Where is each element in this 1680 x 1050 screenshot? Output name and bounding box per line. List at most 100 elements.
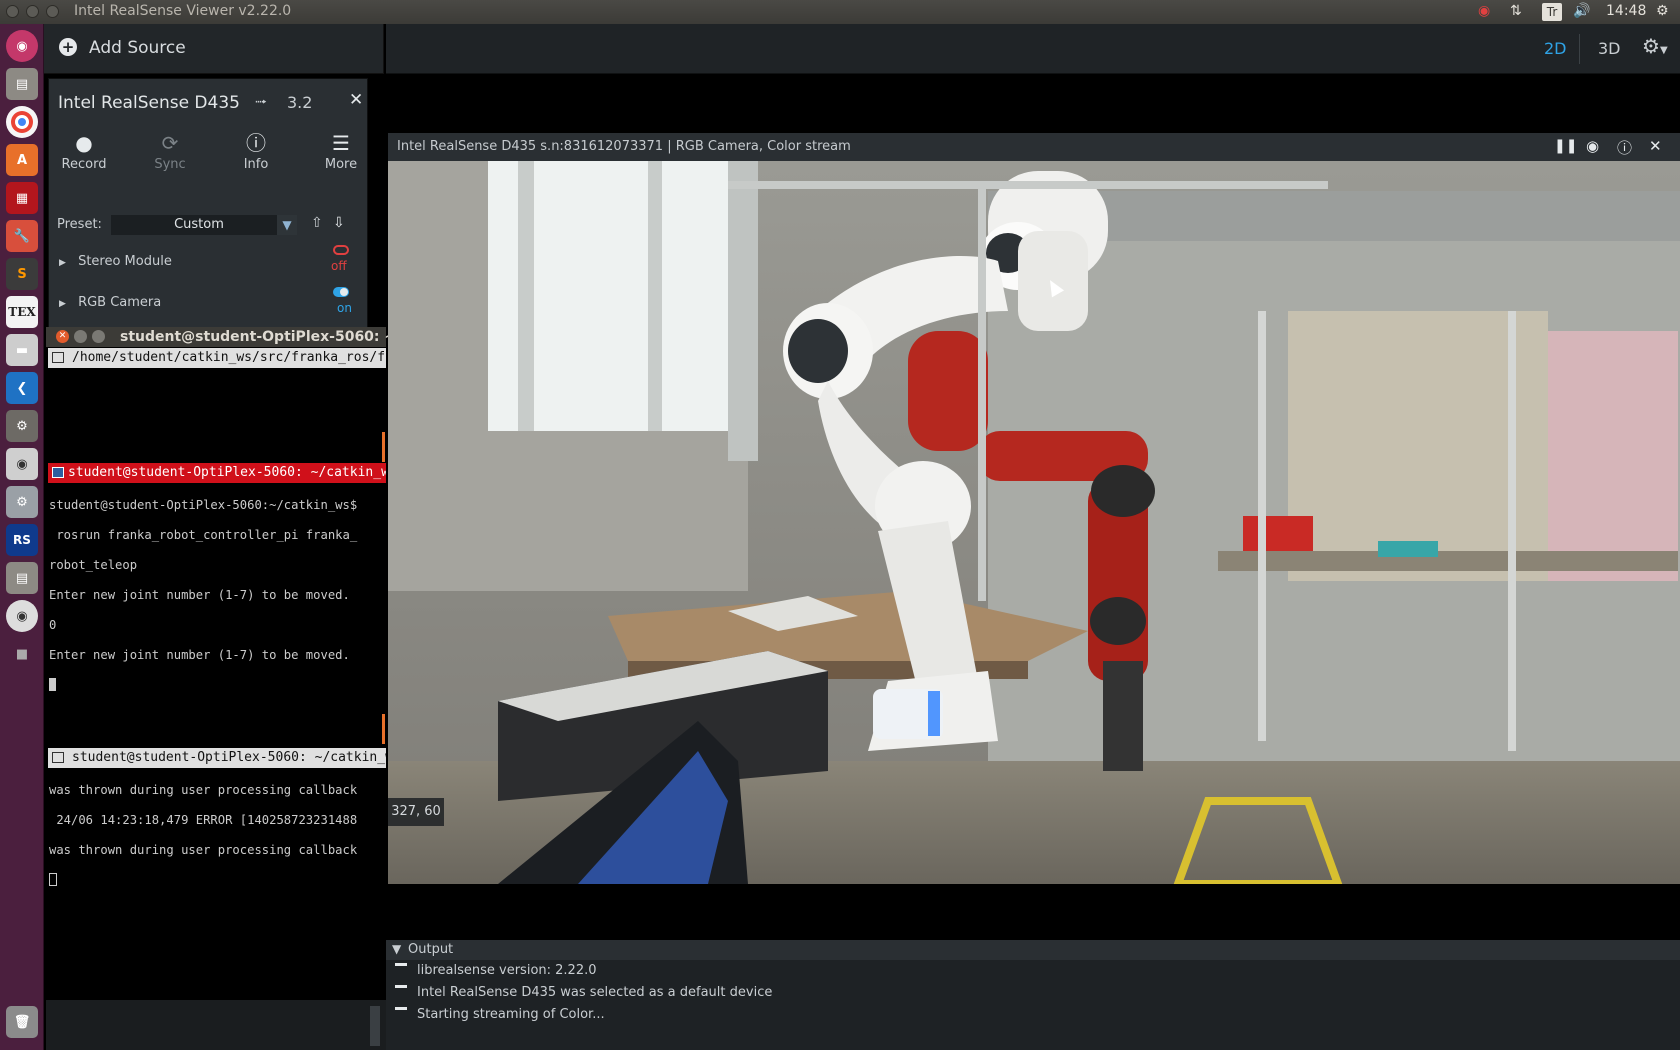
terminal-line: 24/06 14:23:18,479 ERROR [14025872323148… [49,813,358,827]
view-3d-button[interactable]: 3D [1598,39,1621,58]
network-icon[interactable]: ⇅ [1510,3,1522,19]
sublime-icon[interactable]: S [6,258,38,290]
screen-record-icon[interactable]: ◉ [1478,3,1490,19]
launcher-sidebar: ◉ ▤ A ▦ 🔧 S TEX ▬ ❮ ⚙ ◉ ⚙ RS ▤ ◉ ■ 🗑 [0,24,44,1050]
terminal-2-title: student@student-OptiPlex-5060: ~/catkin_… [68,465,386,480]
clock[interactable]: 14:48 [1606,3,1646,19]
terminal-3-tab[interactable]: student@student-OptiPlex-5060: ~/catkin_… [48,748,386,768]
terminal-line: Enter new joint number (1-7) to be moved… [49,588,350,602]
terminal-1-scrollbar[interactable] [382,432,385,462]
terminal-tab-icon [52,352,64,363]
add-source-button[interactable]: Add Source [89,38,186,58]
disk-icon[interactable]: ◉ [6,600,38,632]
close-stream-icon[interactable]: ✕ [1649,137,1662,155]
close-window-button[interactable] [6,5,19,18]
terminal-1-tab[interactable]: /home/student/catkin_ws/src/franka_ros/f… [48,348,386,368]
terminal-3-body[interactable]: was thrown during user processing callba… [48,768,386,994]
volume-icon[interactable]: 🔊 [1573,3,1590,19]
menu-icon: ☰ [332,131,350,155]
software-center-icon[interactable]: A [6,144,38,176]
pixel-coordinates: 327, 60 [388,798,444,826]
files-icon[interactable]: ▤ [6,68,38,100]
minimize-window-button[interactable] [26,5,39,18]
terminal-close-icon[interactable]: ✕ [56,330,69,343]
usb-icon: ⭬ [255,92,268,111]
terminal-line: 0 [49,618,57,632]
stereo-module-row[interactable]: ▶ Stereo Module [59,254,172,269]
terminal-2-tab[interactable]: student@student-OptiPlex-5060: ~/catkin_… [48,463,386,483]
stereo-toggle-icon[interactable] [333,245,349,255]
more-button[interactable]: ☰ More [301,129,381,172]
files2-icon[interactable]: ▤ [6,562,38,594]
record-icon: ● [75,131,93,155]
workspace-icon[interactable]: ■ [6,638,38,670]
terminal-1-body[interactable] [48,368,386,462]
download-preset-icon[interactable]: ⇩ [333,215,345,231]
sync-button[interactable]: ⟳ Sync [130,129,210,172]
system-menu-gear-icon[interactable]: ⚙ [1656,3,1669,19]
terminal-2-scrollbar[interactable] [382,714,385,744]
trash-icon[interactable]: 🗑 [6,1006,38,1038]
left-panel-scrollbar[interactable] [370,1006,380,1046]
terminal-maximize-icon[interactable] [92,330,105,343]
info-button[interactable]: ⓘ Info [216,129,296,172]
terminal-tab-icon [52,752,64,763]
collapse-output-icon[interactable]: ▼ [392,942,401,956]
output-title: Output [408,942,454,957]
red-app-icon[interactable]: ▦ [6,182,38,214]
info-icon: ⓘ [246,131,266,155]
window-icon[interactable]: ▬ [6,334,38,366]
system-top-bar: Intel RealSense Viewer v2.22.0 ◉ ⇅ Tr 🔊 … [0,0,1680,24]
preset-label: Preset: [57,217,102,232]
add-source-bar: + Add Source [44,24,384,74]
output-panel: ▼ Output librealsense version: 2.22.0 In… [386,940,1680,1050]
terminal-1-tab-label: /home/student/catkin_ws/src/franka_ros/f… [72,350,386,365]
snapshot-camera-icon[interactable]: ◉ [1586,137,1599,155]
expand-stereo-icon[interactable]: ▶ [59,258,66,268]
stereo-module-label: Stereo Module [78,254,172,269]
gear-app-icon[interactable]: ⚙ [6,486,38,518]
log-message: librealsense version: 2.22.0 [417,963,597,978]
terminal-line: student@student-OptiPlex-5060:~/catkin_w… [49,498,358,512]
add-icon[interactable]: + [59,38,77,56]
dash-icon[interactable]: ◉ [6,30,38,62]
info-label: Info [243,157,269,172]
rgb-camera-row[interactable]: ▶ RGB Camera [59,295,161,310]
log-message: Intel RealSense D435 was selected as a d… [417,985,773,1000]
stereo-state: off [331,259,347,273]
terminal-minimize-icon[interactable] [74,330,87,343]
view-2d-button[interactable]: 2D [1544,39,1567,58]
realsense-icon[interactable]: RS [6,524,38,556]
record-button[interactable]: ● Record [44,129,124,172]
settings-tools-icon[interactable]: 🔧 [6,220,38,252]
preset-dropdown-arrow-icon[interactable]: ▼ [277,215,297,235]
rgb-toggle-icon[interactable] [333,287,349,297]
stream-info-icon[interactable]: ⓘ [1617,137,1632,158]
camera-app-icon[interactable]: ◉ [6,448,38,480]
terminal-line: was thrown during user processing callba… [49,783,358,797]
preset-select[interactable]: Custom [111,215,287,235]
log-bullet-icon [395,1007,407,1010]
terminal-tab-icon [52,467,64,478]
keyboard-layout-icon[interactable]: Tr [1542,3,1562,21]
log-bullet-icon [395,963,407,966]
tex-icon[interactable]: TEX [6,296,38,328]
terminal-3-title: student@student-OptiPlex-5060: ~/catkin_… [72,750,386,765]
pause-icon[interactable]: ❚❚ [1554,138,1577,154]
chrome-icon[interactable] [6,106,38,138]
upload-preset-icon[interactable]: ⇧ [311,215,323,231]
log-message: Starting streaming of Color... [417,1007,605,1022]
robot-icon[interactable]: ⚙ [6,410,38,442]
terminal-cursor [49,678,56,691]
device-panel: Intel RealSense D435 ⭬ 3.2 ✕ ● Record ⟳ … [48,78,368,328]
terminal-1-title: student@student-OptiPlex-5060: ~ [120,329,397,345]
sync-label: Sync [154,157,186,172]
vscode-icon[interactable]: ❮ [6,372,38,404]
maximize-window-button[interactable] [46,5,59,18]
output-header[interactable]: ▼ Output [386,940,1680,960]
close-device-icon[interactable]: ✕ [349,90,363,110]
terminal-2-body[interactable]: student@student-OptiPlex-5060:~/catkin_w… [48,483,386,733]
expand-rgb-icon[interactable]: ▶ [59,299,66,309]
color-stream-image[interactable]: 327, 60 [388,161,1680,884]
settings-gear-icon[interactable]: ⚙▼ [1642,34,1668,58]
